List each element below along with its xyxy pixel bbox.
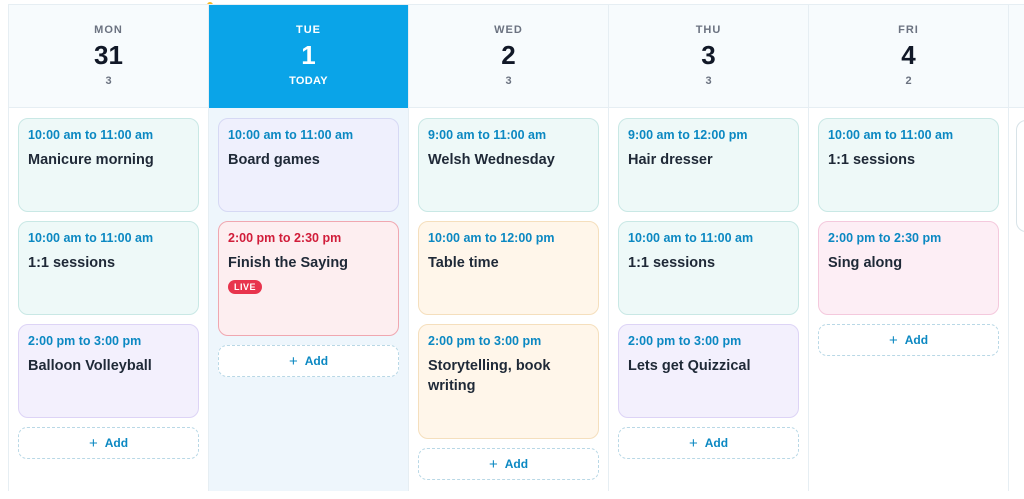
add-event-button[interactable]: + Add <box>18 427 199 459</box>
event-card[interactable]: 2:00 pm to 3:00 pm Storytelling, book wri… <box>418 324 599 439</box>
day-column-fri: FRI 4 2 10:00 am to 11:00 am 1:1 sessions 2:0… <box>809 5 1009 491</box>
event-count: 3 <box>705 75 712 87</box>
live-badge: LIVE <box>228 280 263 294</box>
add-event-button[interactable]: + Add <box>618 427 799 459</box>
plus-icon: + <box>488 455 498 473</box>
event-card[interactable]: 10:00 am to 11:00 am Manicure morning <box>18 118 199 212</box>
event-title: Storytelling, book writing <box>428 358 551 394</box>
event-time: 2:00 pm to 2:30 pm <box>828 231 942 245</box>
event-title: Manicure morning <box>28 152 154 168</box>
event-card[interactable]: 10:00 am to 12:00 pm Table time <box>418 221 599 315</box>
event-count: 3 <box>505 75 512 87</box>
day-header[interactable]: FRI 4 2 <box>809 5 1008 108</box>
event-time: 10:00 am to 11:00 am <box>628 231 754 245</box>
event-card[interactable]: 10:00 am to 11:00 am Board games <box>218 118 399 212</box>
day-of-week: TUE <box>296 24 321 36</box>
add-event-button[interactable]: + Add <box>218 345 399 377</box>
event-time: 2:00 pm to 3:00 pm <box>628 334 742 348</box>
event-title: 1:1 sessions <box>28 255 116 271</box>
add-label: Add <box>904 333 929 347</box>
event-card[interactable]: 2:00 pm to 2:30 pm Finish the Saying LIVE <box>218 221 399 336</box>
event-time: 2:00 pm to 3:00 pm <box>428 334 542 348</box>
day-of-week: FRI <box>898 24 919 36</box>
event-card[interactable]: 2:00 pm to 3:00 pm Lets get Quizzical <box>618 324 799 418</box>
add-label: Add <box>504 457 529 471</box>
day-header[interactable]: THU 3 3 <box>609 5 808 108</box>
event-title: Welsh Wednesday <box>428 152 555 168</box>
event-list: 10:00 am to 11:00 am Board games 2:00 pm t… <box>209 108 408 377</box>
event-card[interactable]: 2:00 pm to 2:30 pm Sing along <box>818 221 999 315</box>
event-card[interactable]: 10:00 am to 11:00 am 1:1 sessions <box>818 118 999 212</box>
add-event-button[interactable]: + Add <box>818 324 999 356</box>
plus-icon: + <box>288 352 298 370</box>
event-title: Finish the Saying <box>228 255 349 271</box>
event-title: Hair dresser <box>628 152 713 168</box>
day-header <box>1009 5 1024 108</box>
day-number: 4 <box>901 40 916 70</box>
day-header[interactable]: WED 2 3 <box>409 5 608 108</box>
event-time: 10:00 am to 11:00 am <box>28 128 154 142</box>
event-card[interactable]: 9:00 am to 12:00 pm Hair dresser <box>618 118 799 212</box>
day-column-wed: WED 2 3 9:00 am to 11:00 am Welsh Wednesday 1… <box>409 5 609 491</box>
week-calendar: MON 31 3 10:00 am to 11:00 am Manicure morni… <box>8 4 1024 491</box>
day-of-week: MON <box>94 24 123 36</box>
event-title: 1:1 sessions <box>628 255 716 271</box>
event-title: Balloon Volleyball <box>28 358 152 374</box>
event-list: 10:00 am to 11:00 am Manicure morning 10:0… <box>9 108 208 459</box>
event-count: TODAY <box>289 75 328 87</box>
event-title: Board games <box>228 152 320 168</box>
event-time: 2:00 pm to 2:30 pm <box>228 231 342 245</box>
plus-icon: + <box>88 434 98 452</box>
event-time: 10:00 am to 11:00 am <box>828 128 954 142</box>
day-column-mon: MON 31 3 10:00 am to 11:00 am Manicure morni… <box>9 5 209 491</box>
event-list: 9:00 am to 12:00 pm Hair dresser 10:00 am … <box>609 108 808 459</box>
event-time: 9:00 am to 12:00 pm <box>628 128 748 142</box>
event-count: 3 <box>105 75 112 87</box>
add-label: Add <box>704 436 729 450</box>
day-of-week: THU <box>695 24 722 36</box>
event-list: 9:00 am to 11:00 am Welsh Wednesday 10:00 … <box>409 108 608 480</box>
event-card[interactable]: 10:00 am to 11:00 am 1:1 sessions <box>618 221 799 315</box>
event-card[interactable]: 10:00 am to 11:00 am 1:1 sessions <box>18 221 199 315</box>
event-title: Table time <box>428 255 499 271</box>
day-number: 3 <box>701 40 716 70</box>
day-number: 31 <box>94 40 123 70</box>
event-title: Sing along <box>828 255 903 271</box>
event-list: 10:00 am to 11:00 am 1:1 sessions 2:00 pm … <box>809 108 1008 356</box>
day-number: 2 <box>501 40 516 70</box>
event-card[interactable]: 2:00 pm to 3:00 pm Balloon Volleyball <box>18 324 199 418</box>
add-label: Add <box>304 354 329 368</box>
next-day-event-card[interactable] <box>1016 120 1024 232</box>
event-time: 9:00 am to 11:00 am <box>428 128 547 142</box>
day-column-tue: TUE 1 TODAY 10:00 am to 11:00 am Board games… <box>209 5 409 491</box>
plus-icon: + <box>688 434 698 452</box>
event-time: 10:00 am to 11:00 am <box>228 128 354 142</box>
plus-icon: + <box>888 331 898 349</box>
day-column-thu: THU 3 3 9:00 am to 12:00 pm Hair dresser 10:0… <box>609 5 809 491</box>
event-card[interactable]: 9:00 am to 11:00 am Welsh Wednesday <box>418 118 599 212</box>
day-number: 1 <box>301 40 316 70</box>
day-header[interactable]: MON 31 3 <box>9 5 208 108</box>
add-label: Add <box>104 436 129 450</box>
event-title: 1:1 sessions <box>828 152 916 168</box>
event-count: 2 <box>905 75 912 87</box>
event-time: 10:00 am to 12:00 pm <box>428 231 555 245</box>
day-header[interactable]: TUE 1 TODAY <box>209 5 408 108</box>
event-time: 2:00 pm to 3:00 pm <box>28 334 142 348</box>
day-column-partial <box>1009 5 1024 491</box>
day-of-week: WED <box>494 24 523 36</box>
event-time: 10:00 am to 11:00 am <box>28 231 154 245</box>
event-title: Lets get Quizzical <box>628 358 751 374</box>
add-event-button[interactable]: + Add <box>418 448 599 480</box>
